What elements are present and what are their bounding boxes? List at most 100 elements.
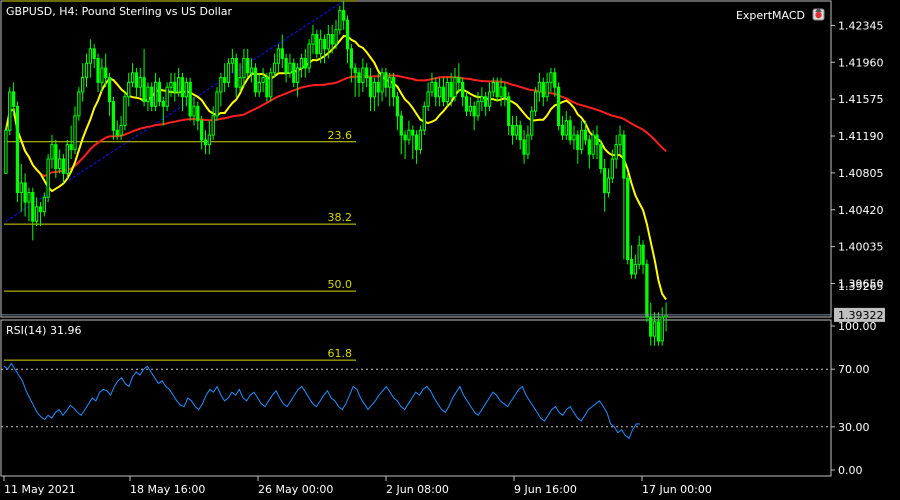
candle-body: [246, 57, 250, 74]
candle-body: [380, 72, 384, 93]
candle-body: [556, 86, 561, 126]
fib-level-label: 38.2: [328, 211, 353, 224]
candle-body: [249, 67, 254, 74]
candle-body: [411, 129, 415, 136]
price-tick-label: 1.40420: [838, 204, 884, 217]
candle-body: [77, 91, 81, 117]
candle-body: [603, 168, 607, 194]
candle-body: [342, 10, 346, 21]
candle-body: [265, 77, 269, 98]
candle-body: [637, 244, 641, 265]
candle-body: [453, 77, 457, 98]
candle-body: [480, 96, 484, 103]
candle-body: [211, 115, 215, 136]
candle-body: [461, 81, 465, 98]
candle-body: [215, 91, 219, 117]
candle-body: [111, 101, 116, 131]
candle-body: [176, 77, 181, 93]
fib-level-label: 23.6: [328, 129, 353, 142]
candle-body: [372, 81, 377, 98]
candle-body: [530, 110, 534, 136]
candle-body: [173, 81, 177, 93]
candle-body: [361, 67, 365, 83]
candle-body: [641, 244, 645, 265]
candle-body: [115, 129, 119, 136]
rsi-title: RSI(14) 31.96: [6, 324, 81, 337]
candle-body: [595, 134, 599, 146]
candle-body: [568, 120, 572, 141]
candle-body: [192, 105, 196, 117]
time-tick-label: 9 Jun 16:00: [514, 483, 577, 496]
candle-body: [134, 72, 139, 88]
candle-body: [322, 38, 327, 50]
candle-body: [457, 77, 461, 83]
candle-body: [441, 86, 446, 103]
candle-body: [491, 81, 496, 93]
candle-body: [27, 192, 31, 203]
candle-body: [560, 124, 565, 136]
rsi-tick-label: 70.00: [838, 363, 870, 376]
candle-body: [130, 72, 135, 83]
candle-body: [587, 139, 591, 155]
candle-body: [146, 86, 150, 103]
candle-body: [614, 144, 618, 160]
candle-body: [399, 115, 403, 136]
candle-body: [157, 81, 162, 103]
candle-body: [280, 48, 284, 59]
candle-body: [261, 77, 265, 83]
candle-body: [572, 134, 576, 141]
candle-body: [618, 134, 622, 146]
candle-body: [73, 115, 77, 150]
candle-body: [403, 134, 407, 141]
candle-body: [38, 206, 43, 213]
candle-body: [96, 57, 100, 83]
candle-body: [395, 96, 400, 117]
candle-body: [315, 34, 319, 55]
price-tick-label: 1.41190: [838, 130, 884, 143]
candle-body: [272, 62, 277, 74]
candle-body: [88, 48, 93, 64]
candle-body: [226, 62, 231, 83]
rsi-tick-label: 0.00: [838, 464, 863, 477]
candle-body: [303, 57, 307, 69]
candle-body: [564, 120, 568, 136]
candle-body: [203, 139, 208, 146]
candle-body: [629, 259, 634, 275]
candle-body: [165, 86, 169, 107]
expert-hat-icon[interactable]: [811, 6, 827, 22]
candle-body: [19, 182, 23, 194]
expert-advisor-label: ExpertMACD: [735, 9, 805, 22]
candle-body: [107, 77, 112, 103]
candle-body: [649, 316, 653, 337]
candle-body: [495, 81, 499, 98]
candle-body: [576, 134, 580, 150]
candle-body: [153, 81, 158, 107]
candle-body: [295, 67, 300, 83]
candle-body: [484, 96, 488, 107]
price-tick-label: 1.41960: [838, 56, 884, 69]
candle-body: [353, 67, 357, 74]
candle-body: [142, 77, 146, 103]
candle-body: [23, 182, 27, 203]
candle-body: [391, 77, 396, 98]
candle-body: [526, 134, 530, 155]
candle-body: [445, 81, 449, 103]
candle-body: [8, 91, 12, 131]
candle-body: [180, 77, 185, 98]
candle-body: [437, 86, 442, 98]
candle-body: [257, 81, 261, 93]
candle-body: [219, 77, 223, 93]
fib-level-label: 61.8: [328, 347, 353, 360]
candle-body: [583, 129, 588, 141]
candle-body: [468, 105, 472, 112]
candle-body: [161, 101, 165, 107]
candle-body: [207, 134, 211, 146]
candle-body: [414, 134, 419, 150]
candle-body: [15, 105, 20, 194]
candle-body: [376, 81, 380, 93]
candle-body: [81, 77, 85, 93]
candle-body: [150, 86, 154, 107]
rsi-tick-label: 100.00: [838, 320, 877, 333]
candle-body: [426, 91, 430, 107]
candle-body: [449, 81, 453, 98]
